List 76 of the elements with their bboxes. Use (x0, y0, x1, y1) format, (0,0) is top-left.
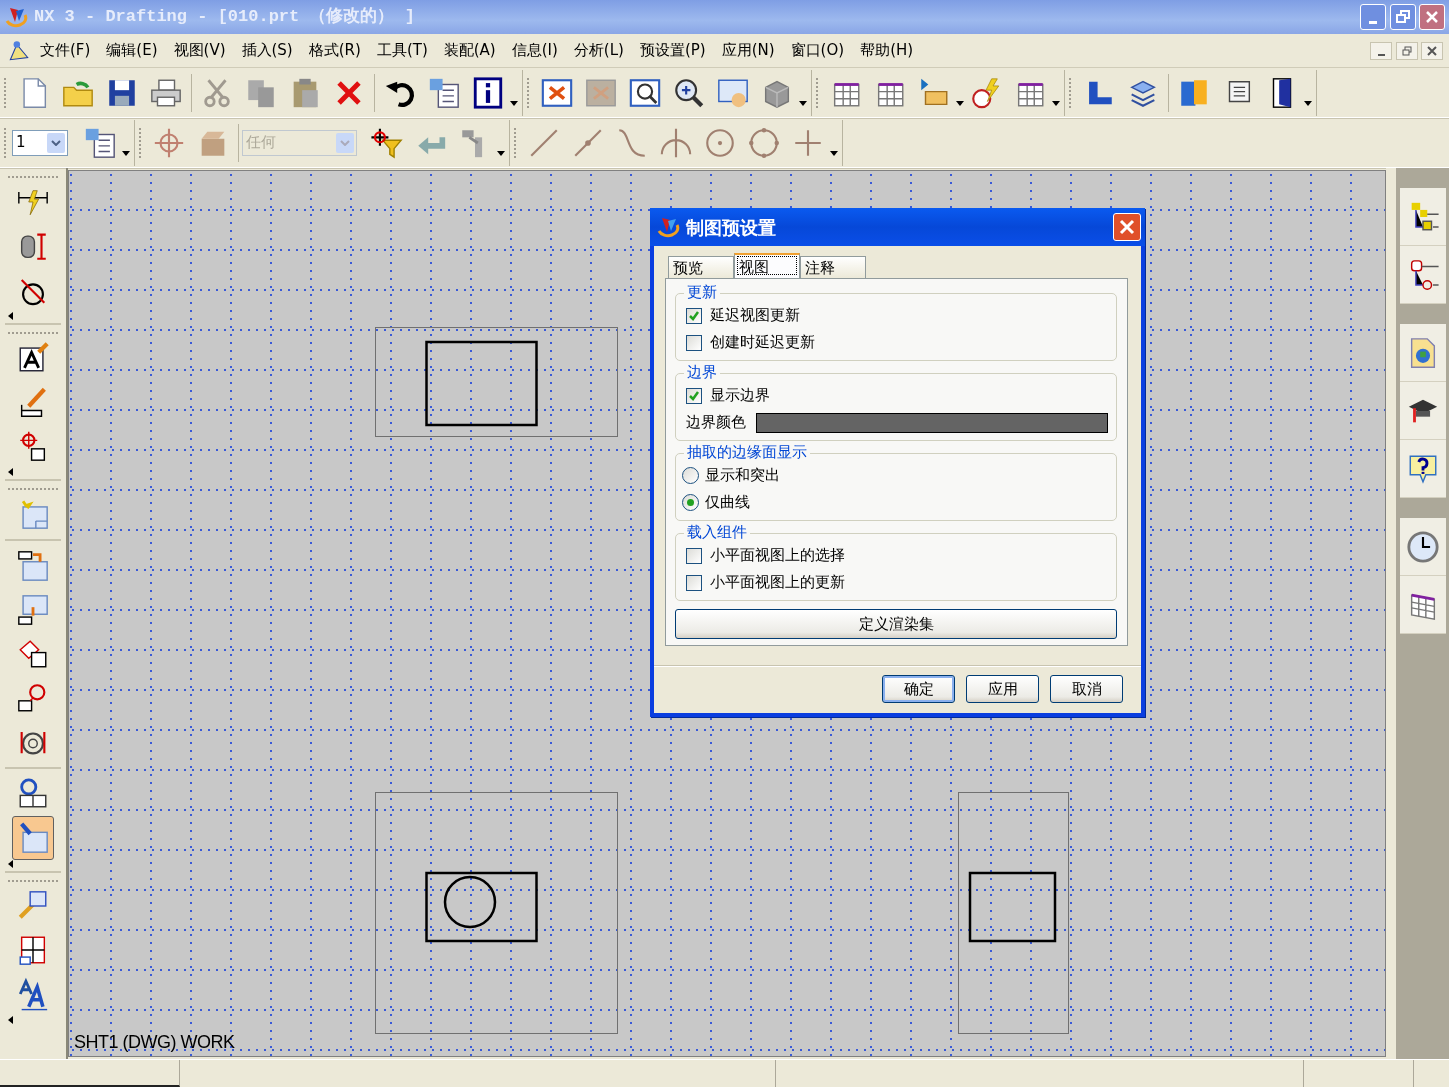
checkbox[interactable] (686, 334, 702, 351)
display-tool-button[interactable] (12, 816, 54, 860)
minimize-button[interactable] (1370, 41, 1392, 60)
caret-icon[interactable] (1304, 99, 1312, 106)
field-label: 边界颜色 (686, 412, 746, 434)
dialog-button[interactable]: 确定 (882, 675, 955, 703)
menu-item[interactable]: 应用(N) (713, 37, 783, 64)
menu-item[interactable]: 装配(A) (435, 37, 504, 64)
dialog-title: 制图预设置 (686, 215, 776, 240)
menu-item[interactable]: 信息(I) (503, 37, 566, 64)
group-title: 抽取的边缘面显示 (684, 443, 810, 461)
menu-item[interactable]: 窗口(O) (782, 37, 853, 64)
circle-icon[interactable] (747, 125, 781, 160)
color-swatch[interactable] (756, 412, 1108, 433)
checkbox-label[interactable]: 创建时延迟更新 (710, 331, 815, 354)
checkbox[interactable] (686, 547, 702, 564)
group-title: 边界 (684, 363, 720, 381)
checkbox-label[interactable]: 显示边界 (710, 384, 770, 407)
menu-item[interactable]: 工具(T) (368, 37, 436, 64)
checkbox-label[interactable]: 小平面视图上的更新 (710, 571, 845, 594)
caret-icon[interactable] (830, 149, 838, 156)
tab[interactable]: 预览 (668, 256, 734, 278)
app-logo-icon (656, 215, 680, 239)
sheet-icon (16, 593, 50, 627)
overflow-icon[interactable] (8, 312, 13, 320)
restore-icon (1395, 10, 1410, 24)
radio-button[interactable] (682, 494, 699, 511)
group-title: 载入组件 (684, 523, 750, 541)
app-logo-icon (4, 5, 28, 29)
layer-combo[interactable]: 1 (12, 129, 68, 156)
menu-item[interactable]: 分析(L) (565, 37, 632, 64)
lightning-icon[interactable] (969, 75, 1003, 110)
window-title: NX 3 - Drafting - [010.prt （修改的） ] (34, 6, 415, 29)
sheet-label: SHT1 (DWG) WORK (74, 1031, 235, 1054)
minimize-icon (1369, 20, 1377, 24)
radio-label[interactable]: 仅曲线 (705, 491, 750, 514)
restore-icon (1401, 45, 1412, 56)
minimize-icon (1377, 53, 1385, 56)
checkbox-label[interactable]: 延迟视图更新 (710, 304, 800, 327)
caret-icon[interactable] (510, 99, 518, 106)
radio-label[interactable]: 显示和突出 (705, 464, 780, 487)
tab[interactable]: 注释 (800, 256, 866, 278)
caret-icon[interactable] (122, 149, 130, 156)
menu-item[interactable]: 编辑(E) (98, 37, 166, 64)
clock-icon[interactable] (1405, 529, 1440, 564)
text-style-icon (16, 977, 50, 1011)
close-icon (1427, 45, 1437, 56)
caret-icon[interactable] (799, 99, 807, 106)
overflow-icon[interactable] (8, 860, 13, 868)
dialog-button[interactable]: 取消 (1050, 675, 1123, 703)
info-icon[interactable] (471, 75, 505, 110)
sheet-icon (16, 549, 50, 583)
checkbox[interactable] (686, 574, 702, 591)
menu-item[interactable]: 预设置(P) (631, 37, 714, 64)
menu-item[interactable]: 插入(S) (233, 37, 301, 64)
checkbox[interactable] (686, 307, 702, 324)
define-button[interactable]: 定义渲染集 (675, 609, 1117, 639)
checkbox[interactable] (686, 387, 702, 404)
caret-icon[interactable] (497, 149, 505, 156)
checkbox-label[interactable]: 小平面视图上的选择 (710, 544, 845, 567)
restore-button[interactable] (1395, 41, 1418, 60)
menu-item[interactable]: 视图(V) (165, 37, 234, 64)
menu-item[interactable]: 帮助(H) (852, 37, 922, 64)
overflow-icon[interactable] (8, 468, 13, 476)
caret-icon[interactable] (956, 99, 964, 106)
close-icon (1425, 10, 1439, 24)
menu-item[interactable]: 文件(F) (32, 37, 99, 64)
close-icon (1119, 219, 1135, 235)
overflow-icon[interactable] (8, 1016, 13, 1024)
close-button[interactable] (1421, 41, 1443, 60)
tab[interactable]: 视图 (734, 253, 800, 278)
group-title: 更新 (684, 283, 720, 301)
menu-item[interactable]: 格式(R) (300, 37, 369, 64)
caret-icon[interactable] (1052, 99, 1060, 106)
radio-button[interactable] (682, 467, 699, 484)
dialog-button[interactable]: 应用 (966, 675, 1039, 703)
